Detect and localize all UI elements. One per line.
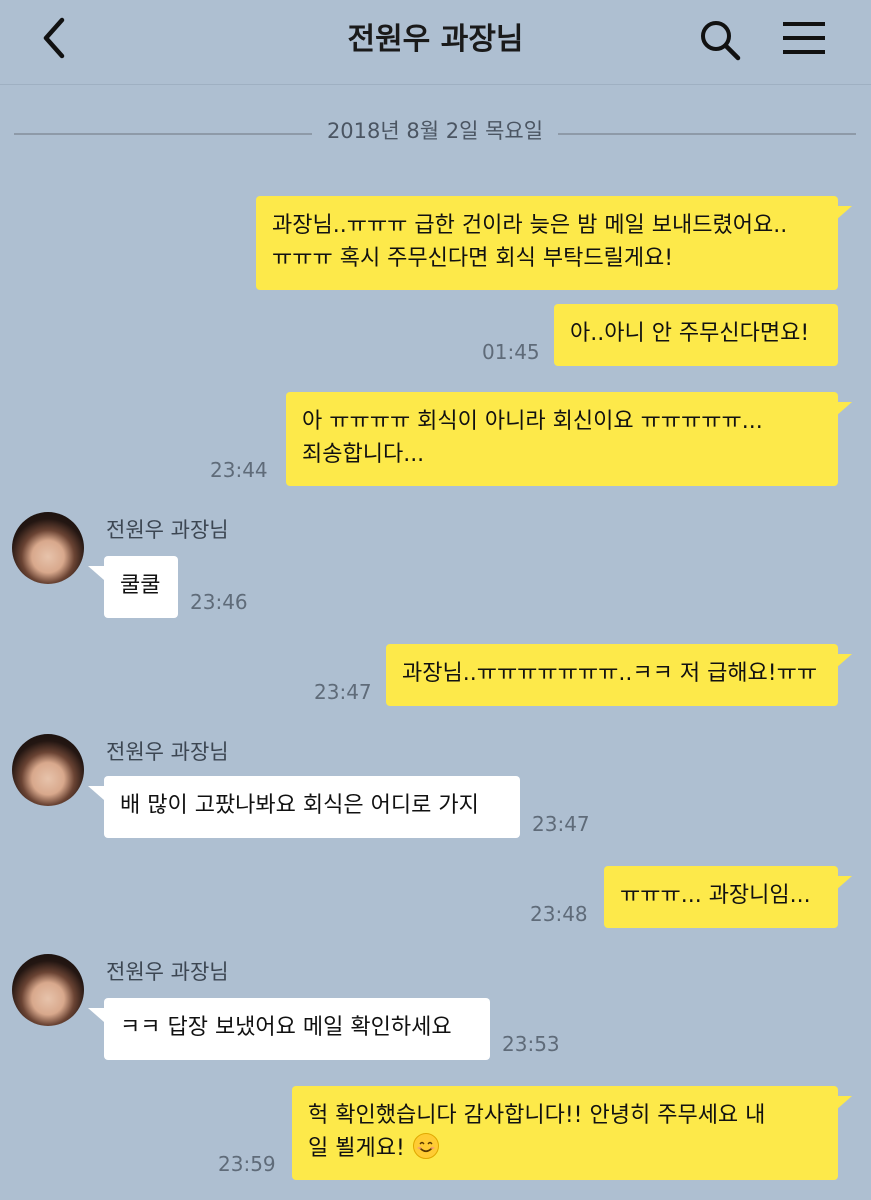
message-text-line: ㅠㅠㅠ 혹시 주무신다면 회식 부탁드릴게요! [272,246,674,271]
bubble-tail [836,402,852,416]
bubble-tail [836,1096,852,1110]
message-text-line: 죄송합니다... [302,442,425,467]
back-button[interactable] [36,14,76,62]
my-message-bubble[interactable]: 과장님..ㅠㅠㅠㅠㅠㅠㅠ..ㅋㅋ 저 급해요!ㅠㅠ [386,644,838,706]
message-text-line: 배 많이 고팠나봐요 회식은 어디로 가지 [120,793,479,818]
message-text-line: 과장님..ㅠㅠㅠ 급한 건이라 늦은 밤 메일 보내드렸어요.. [272,213,788,238]
search-button[interactable] [696,16,744,64]
smiling-face-emoji-icon [412,1133,439,1159]
bubble-tail [88,566,104,580]
chat-screen: 전원우 과장님 2018년 8월 2일 목요일 과장님..ㅠㅠㅠ 급한 건이라 … [0,0,871,1200]
avatar[interactable] [12,512,84,584]
message-text-line: ㅠㅠㅠ... 과장니임... [620,883,811,908]
message-time: 23:44 [210,458,268,482]
bubble-tail [88,1008,104,1022]
my-message-bubble[interactable]: ㅠㅠㅠ... 과장니임... [604,866,838,928]
sender-name: 전원우 과장님 [106,960,229,984]
bubble-tail [836,876,852,890]
message-text-line: 헉 확인했습니다 감사합니다!! 안녕히 주무세요 내 [308,1103,766,1128]
date-divider: 2018년 8월 2일 목요일 [14,116,856,146]
message-time: 23:48 [530,902,588,926]
my-message-bubble[interactable]: 헉 확인했습니다 감사합니다!! 안녕히 주무세요 내 일 뵐게요! [292,1086,838,1180]
message-time: 23:46 [190,590,248,614]
bubble-tail [836,206,852,220]
hamburger-menu-icon [783,22,825,54]
chat-header: 전원우 과장님 [0,0,871,85]
sender-name: 전원우 과장님 [106,740,229,764]
message-text-line-with-emoji: 일 뵐게요! [308,1132,822,1165]
message-time: 23:47 [314,680,372,704]
message-text-line: 아..아니 안 주무신다면요! [570,321,810,346]
message-text-line: 일 뵐게요! [308,1136,405,1161]
avatar[interactable] [12,954,84,1026]
sender-name: 전원우 과장님 [106,518,229,542]
message-time: 23:47 [532,812,590,836]
avatar[interactable] [12,734,84,806]
bubble-tail [836,654,852,668]
my-message-bubble[interactable]: 아 ㅠㅠㅠㅠ 회식이 아니라 회신이요 ㅠㅠㅠㅠㅠ... 죄송합니다... [286,392,838,486]
menu-button[interactable] [778,16,830,64]
message-text-line: ㅋㅋ 답장 보냈어요 메일 확인하세요 [120,1015,452,1040]
their-message-bubble[interactable]: ㅋㅋ 답장 보냈어요 메일 확인하세요 [104,998,490,1060]
search-icon [701,21,741,61]
message-time: 01:45 [482,340,540,364]
their-message-bubble[interactable]: 쿨쿨 [104,556,178,618]
message-text-line: 과장님..ㅠㅠㅠㅠㅠㅠㅠ..ㅋㅋ 저 급해요!ㅠㅠ [402,661,818,686]
message-text-line: 쿨쿨 [120,573,161,598]
divider-line-right [558,133,856,135]
message-time: 23:53 [502,1032,560,1056]
bubble-tail [88,786,104,800]
their-message-bubble[interactable]: 배 많이 고팠나봐요 회식은 어디로 가지 [104,776,520,838]
chevron-left-icon [43,17,65,59]
message-text-line: 아 ㅠㅠㅠㅠ 회식이 아니라 회신이요 ㅠㅠㅠㅠㅠ... [302,409,763,434]
message-time: 23:59 [218,1152,276,1176]
my-message-bubble[interactable]: 아..아니 안 주무신다면요! [554,304,838,366]
my-message-bubble[interactable]: 과장님..ㅠㅠㅠ 급한 건이라 늦은 밤 메일 보내드렸어요.. ㅠㅠㅠ 혹시 … [256,196,838,290]
date-label: 2018년 8월 2일 목요일 [326,119,544,143]
